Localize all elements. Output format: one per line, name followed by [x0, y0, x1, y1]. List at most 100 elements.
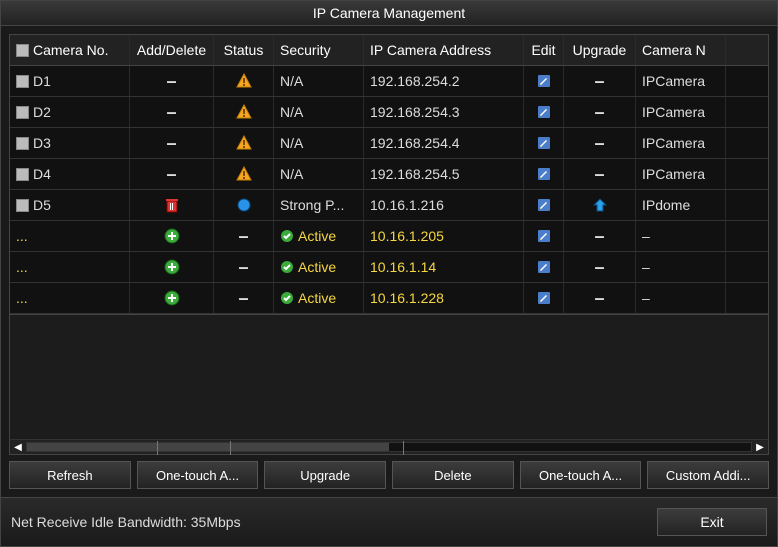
camera-no-cell[interactable]: ...	[10, 221, 130, 251]
upgrade-cell[interactable]: –	[564, 252, 636, 282]
add-delete-cell[interactable]	[130, 190, 214, 220]
edit-icon[interactable]	[536, 290, 552, 306]
col-ip-address[interactable]: IP Camera Address	[364, 35, 524, 65]
upgrade-cell[interactable]	[564, 190, 636, 220]
add-icon[interactable]	[164, 228, 180, 244]
edit-cell[interactable]	[524, 283, 564, 313]
camera-name-cell: IPCamera	[636, 97, 726, 127]
camera-no-cell[interactable]: D3	[10, 128, 130, 158]
upgrade-cell[interactable]: –	[564, 283, 636, 313]
upgrade-button[interactable]: Upgrade	[264, 461, 386, 489]
upgrade-cell[interactable]: –	[564, 66, 636, 96]
trash-icon[interactable]	[164, 197, 180, 213]
status-cell[interactable]: –	[214, 283, 274, 313]
table-row[interactable]: D1–N/A192.168.254.2–IPCamera	[10, 66, 768, 97]
col-upgrade[interactable]: Upgrade	[564, 35, 636, 65]
add-delete-cell[interactable]	[130, 252, 214, 282]
status-cell[interactable]	[214, 128, 274, 158]
edit-cell[interactable]	[524, 221, 564, 251]
add-icon[interactable]	[164, 259, 180, 275]
row-checkbox[interactable]	[16, 106, 29, 119]
edit-cell[interactable]	[524, 128, 564, 158]
security-cell: Active	[274, 283, 364, 313]
security-cell: N/A	[274, 159, 364, 189]
col-add-delete[interactable]: Add/Delete	[130, 35, 214, 65]
col-edit[interactable]: Edit	[524, 35, 564, 65]
add-delete-cell[interactable]	[130, 221, 214, 251]
add-delete-cell[interactable]: –	[130, 66, 214, 96]
camera-no-cell[interactable]: ...	[10, 283, 130, 313]
col-camera-no[interactable]: Camera No.	[10, 35, 130, 65]
row-checkbox[interactable]	[16, 75, 29, 88]
camera-no-cell[interactable]: ...	[10, 252, 130, 282]
edit-cell[interactable]	[524, 252, 564, 282]
row-checkbox[interactable]	[16, 168, 29, 181]
edit-cell[interactable]	[524, 159, 564, 189]
security-cell: Active	[274, 252, 364, 282]
upgrade-cell[interactable]: –	[564, 97, 636, 127]
table-row[interactable]: D2–N/A192.168.254.3–IPCamera	[10, 97, 768, 128]
add-delete-cell[interactable]: –	[130, 159, 214, 189]
status-cell[interactable]	[214, 159, 274, 189]
one-touch-activate-button[interactable]: One-touch A...	[520, 461, 642, 489]
table-row[interactable]: D4–N/A192.168.254.5–IPCamera	[10, 159, 768, 190]
edit-icon[interactable]	[536, 73, 552, 89]
scroll-left-arrow[interactable]: ◀	[10, 439, 26, 455]
status-cell[interactable]	[214, 66, 274, 96]
upgrade-arrow-icon[interactable]	[592, 197, 608, 213]
refresh-button[interactable]: Refresh	[9, 461, 131, 489]
security-label: N/A	[280, 166, 303, 182]
camera-no-cell[interactable]: D2	[10, 97, 130, 127]
status-cell[interactable]	[214, 190, 274, 220]
table-row[interactable]: ...–Active10.16.1.228––	[10, 283, 768, 314]
edit-icon[interactable]	[536, 259, 552, 275]
edit-cell[interactable]	[524, 190, 564, 220]
table-row[interactable]: D5Strong P...10.16.1.216IPdome	[10, 190, 768, 221]
edit-icon[interactable]	[536, 197, 552, 213]
ip-address-cell: 10.16.1.216	[364, 190, 524, 220]
camera-no-cell[interactable]: D5	[10, 190, 130, 220]
delete-button[interactable]: Delete	[392, 461, 514, 489]
edit-cell[interactable]	[524, 66, 564, 96]
camera-no-cell[interactable]: D1	[10, 66, 130, 96]
table-row[interactable]: ...–Active10.16.1.205––	[10, 221, 768, 252]
status-cell[interactable]: –	[214, 252, 274, 282]
scroll-track[interactable]	[26, 442, 752, 452]
table-row[interactable]: D3–N/A192.168.254.4–IPCamera	[10, 128, 768, 159]
add-icon[interactable]	[164, 290, 180, 306]
upgrade-cell[interactable]: –	[564, 221, 636, 251]
upgrade-cell[interactable]: –	[564, 128, 636, 158]
exit-button[interactable]: Exit	[657, 508, 767, 536]
upgrade-cell[interactable]: –	[564, 159, 636, 189]
edit-icon[interactable]	[536, 228, 552, 244]
warning-icon	[236, 135, 252, 151]
edit-icon[interactable]	[536, 166, 552, 182]
add-delete-cell[interactable]	[130, 283, 214, 313]
add-delete-cell[interactable]: –	[130, 128, 214, 158]
security-label: N/A	[280, 104, 303, 120]
status-cell[interactable]	[214, 97, 274, 127]
custom-add-button[interactable]: Custom Addi...	[647, 461, 769, 489]
table-row[interactable]: ...–Active10.16.1.14––	[10, 252, 768, 283]
row-checkbox[interactable]	[16, 137, 29, 150]
scroll-thumb[interactable]	[27, 443, 389, 451]
select-all-checkbox[interactable]	[16, 44, 29, 57]
camera-name-cell: IPCamera	[636, 128, 726, 158]
col-status[interactable]: Status	[214, 35, 274, 65]
camera-no-cell[interactable]: D4	[10, 159, 130, 189]
table-header-row: Camera No. Add/Delete Status Security IP…	[10, 35, 768, 66]
col-security[interactable]: Security	[274, 35, 364, 65]
ip-address-cell: 10.16.1.205	[364, 221, 524, 251]
camera-name-label: IPCamera	[642, 135, 705, 151]
edit-cell[interactable]	[524, 97, 564, 127]
scroll-right-arrow[interactable]: ▶	[752, 439, 768, 455]
status-cell[interactable]: –	[214, 221, 274, 251]
status-dot-icon	[236, 197, 252, 213]
row-checkbox[interactable]	[16, 199, 29, 212]
add-delete-cell[interactable]: –	[130, 97, 214, 127]
horizontal-scrollbar[interactable]: ◀ ▶	[9, 439, 769, 455]
edit-icon[interactable]	[536, 104, 552, 120]
edit-icon[interactable]	[536, 135, 552, 151]
one-touch-add-button[interactable]: One-touch A...	[137, 461, 259, 489]
col-camera-name[interactable]: Camera N	[636, 35, 726, 65]
